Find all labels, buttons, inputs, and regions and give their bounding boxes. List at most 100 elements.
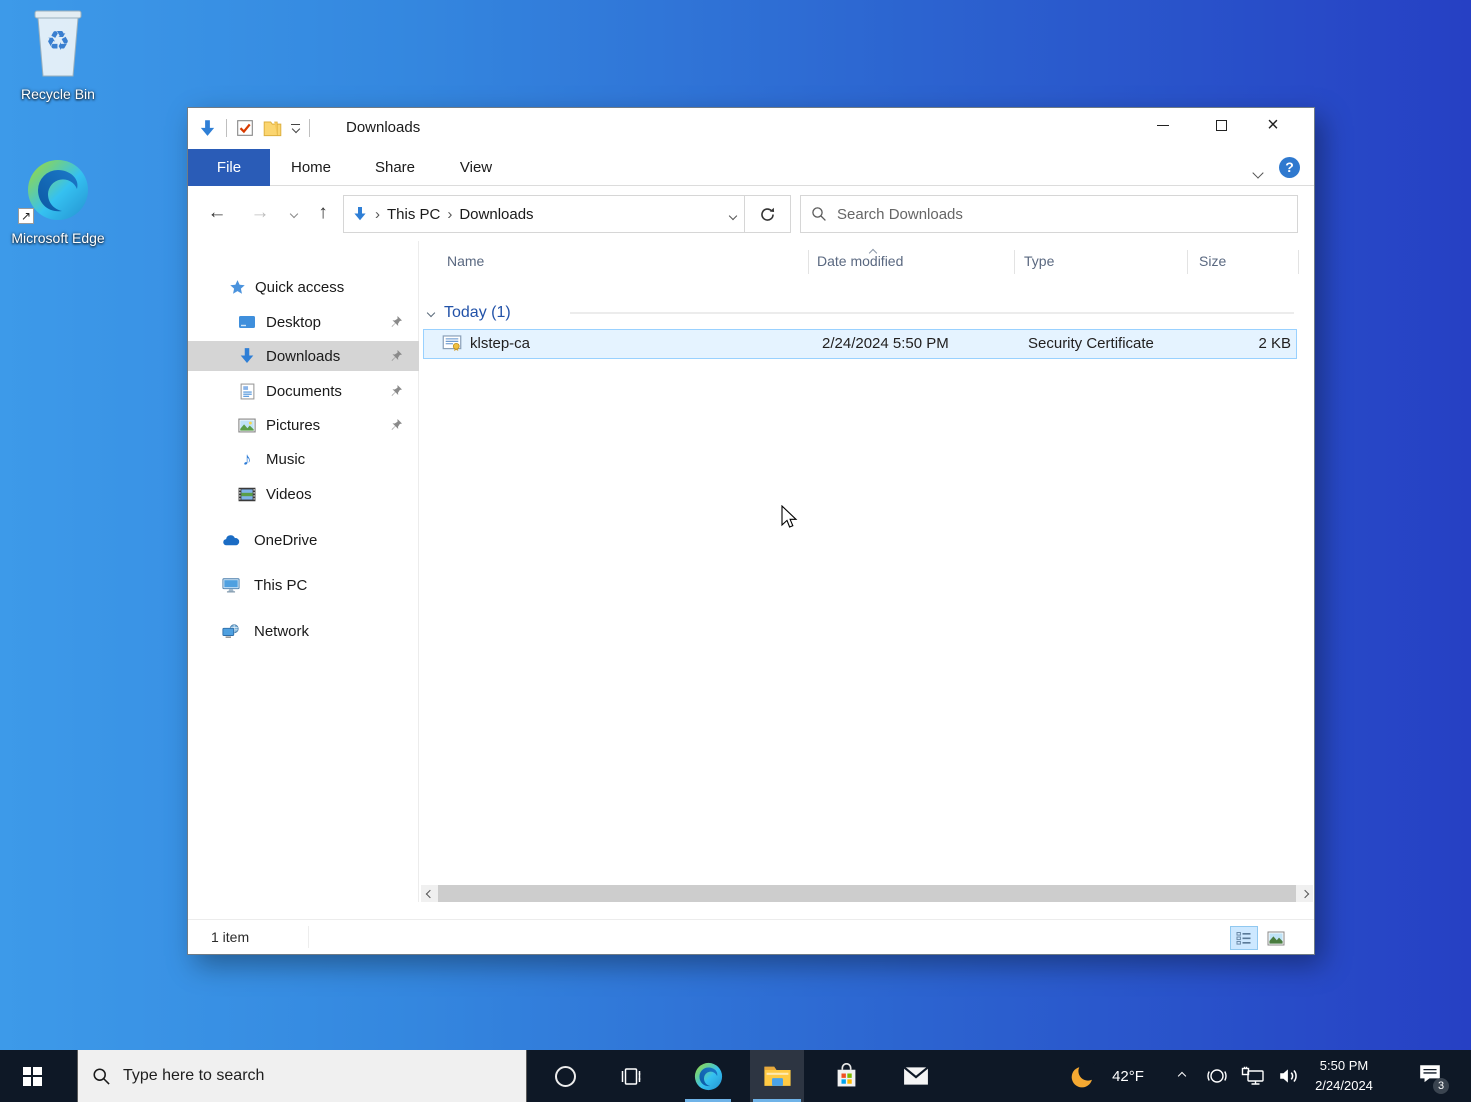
address-dropdown-chevron-icon[interactable] <box>728 206 738 223</box>
file-row-klstep-ca[interactable]: klstep-ca 2/24/2024 5:50 PM Security Cer… <box>423 329 1297 359</box>
taskbar-store-button[interactable] <box>822 1050 870 1102</box>
sidebar-item-downloads[interactable]: Downloads <box>188 341 419 371</box>
sidebar-item-desktop[interactable]: Desktop <box>188 307 419 337</box>
sidebar-item-label: Downloads <box>266 347 341 365</box>
column-header-date-modified[interactable]: Date modified <box>817 253 903 269</box>
breadcrumb-downloads[interactable]: Downloads <box>459 206 533 223</box>
edge-icon <box>28 160 88 220</box>
refresh-button[interactable] <box>744 195 791 233</box>
pin-icon <box>389 384 403 398</box>
task-view-icon <box>621 1067 641 1085</box>
certificate-file-icon <box>442 335 462 356</box>
close-icon: × <box>1267 113 1279 136</box>
minimize-button[interactable] <box>1140 108 1186 142</box>
notification-center-button[interactable]: 3 <box>1408 1050 1452 1102</box>
desktop-icon-microsoft-edge[interactable]: ↗ Microsoft Edge <box>8 158 108 248</box>
column-headers: Name Date modified Type Size <box>420 247 1314 277</box>
explorer-search-box[interactable] <box>800 195 1298 233</box>
minimize-icon <box>1157 124 1169 126</box>
desktop-icon-recycle-bin[interactable]: ♻ Recycle Bin <box>8 8 108 104</box>
scrollbar-thumb[interactable] <box>438 885 1296 902</box>
sidebar-item-label: Quick access <box>255 278 345 296</box>
temperature-label: 42°F <box>1112 1067 1144 1085</box>
sidebar-item-onedrive[interactable]: OneDrive <box>188 525 419 555</box>
address-bar[interactable]: › This PC › Downloads <box>343 195 745 233</box>
start-button[interactable] <box>0 1050 64 1102</box>
sidebar-item-network[interactable]: Network <box>188 616 419 646</box>
clock-time: 5:50 PM <box>1319 1058 1369 1073</box>
file-explorer-window: Downloads × File Home Share View ? ← → ↑ <box>187 107 1315 955</box>
group-header-line <box>570 312 1294 314</box>
weather-moon-icon[interactable] <box>1062 1050 1102 1102</box>
up-button[interactable]: ↑ <box>309 200 337 226</box>
file-date-modified: 2/24/2024 5:50 PM <box>822 335 949 352</box>
search-icon <box>93 1067 110 1085</box>
recycle-symbol: ♻ <box>45 26 71 56</box>
sidebar-item-pictures[interactable]: Pictures <box>188 410 419 440</box>
pin-icon <box>389 315 403 329</box>
group-header-today[interactable]: Today (1) <box>426 301 511 325</box>
new-folder-icon[interactable] <box>263 120 282 137</box>
recent-locations-chevron-icon[interactable] <box>280 200 308 226</box>
horizontal-scrollbar[interactable] <box>421 885 1313 902</box>
expand-ribbon-chevron-icon[interactable] <box>1252 164 1264 182</box>
taskbar-search-input[interactable] <box>123 1067 512 1085</box>
sidebar-item-videos[interactable]: Videos <box>188 479 419 509</box>
back-button[interactable]: ← <box>203 200 231 226</box>
titlebar[interactable]: Downloads × <box>188 108 1314 149</box>
large-icons-view-button[interactable] <box>1262 926 1290 950</box>
tab-share[interactable]: Share <box>364 149 426 186</box>
meet-now-icon[interactable] <box>1200 1050 1234 1102</box>
sidebar-item-label: OneDrive <box>254 531 318 549</box>
sidebar-item-music[interactable]: ♪ Music <box>188 444 419 474</box>
taskbar-mail-button[interactable] <box>892 1050 940 1102</box>
details-view-button[interactable] <box>1230 926 1258 950</box>
this-pc-monitor-icon <box>222 576 240 594</box>
status-bar: 1 item <box>188 919 1314 954</box>
tab-file[interactable]: File <box>188 149 270 186</box>
customize-qat-dropdown-icon[interactable] <box>291 124 300 134</box>
sidebar-item-quick-access[interactable]: Quick access <box>188 272 419 302</box>
column-header-name[interactable]: Name <box>447 253 484 269</box>
weather-temperature[interactable]: 42°F <box>1102 1050 1154 1102</box>
downloads-arrow-icon <box>238 347 256 365</box>
navigation-pane: Quick access Desktop Downloads Documents… <box>188 241 419 902</box>
explorer-search-input[interactable] <box>837 205 1287 223</box>
status-divider <box>308 926 309 948</box>
breadcrumb-separator: › <box>447 205 453 223</box>
task-view-button[interactable] <box>607 1050 655 1102</box>
tab-view[interactable]: View <box>445 149 507 186</box>
column-header-type[interactable]: Type <box>1024 253 1054 269</box>
properties-icon[interactable] <box>236 119 254 137</box>
network-icon <box>222 622 240 640</box>
microsoft-store-icon <box>837 1063 855 1087</box>
breadcrumb-this-pc[interactable]: This PC <box>387 206 440 223</box>
edge-icon <box>694 1062 722 1090</box>
window-body: Quick access Desktop Downloads Documents… <box>188 241 1314 902</box>
taskbar-file-explorer-button[interactable] <box>750 1050 804 1102</box>
sidebar-item-documents[interactable]: Documents <box>188 376 419 406</box>
close-button[interactable]: × <box>1250 108 1296 142</box>
sidebar-item-this-pc[interactable]: This PC <box>188 570 419 600</box>
sidebar-item-label: Network <box>254 622 310 640</box>
scroll-left-arrow-icon[interactable] <box>421 885 438 902</box>
column-header-size[interactable]: Size <box>1199 253 1226 269</box>
maximize-button[interactable] <box>1198 108 1244 142</box>
sidebar-item-label: Documents <box>266 382 342 400</box>
scroll-right-arrow-icon[interactable] <box>1296 885 1313 902</box>
network-tray-icon[interactable] <box>1236 1050 1270 1102</box>
help-button[interactable]: ? <box>1279 157 1300 178</box>
tab-home[interactable]: Home <box>280 149 342 186</box>
navigation-toolbar: ← → ↑ › This PC › Downloads <box>188 186 1314 241</box>
qat-separator <box>309 119 310 137</box>
sidebar-item-label: Pictures <box>266 416 321 434</box>
hidden-icons-chevron-icon[interactable] <box>1168 1050 1196 1102</box>
cortana-button[interactable] <box>541 1050 589 1102</box>
music-note-icon: ♪ <box>242 448 252 469</box>
taskbar-edge-button[interactable] <box>682 1050 734 1102</box>
sidebar-item-label: Videos <box>266 485 312 503</box>
forward-button[interactable]: → <box>246 200 274 226</box>
sidebar-item-label: Music <box>266 450 306 468</box>
taskbar-search-box[interactable] <box>77 1050 527 1102</box>
taskbar-clock[interactable]: 5:50 PM 2/24/2024 <box>1301 1056 1387 1095</box>
